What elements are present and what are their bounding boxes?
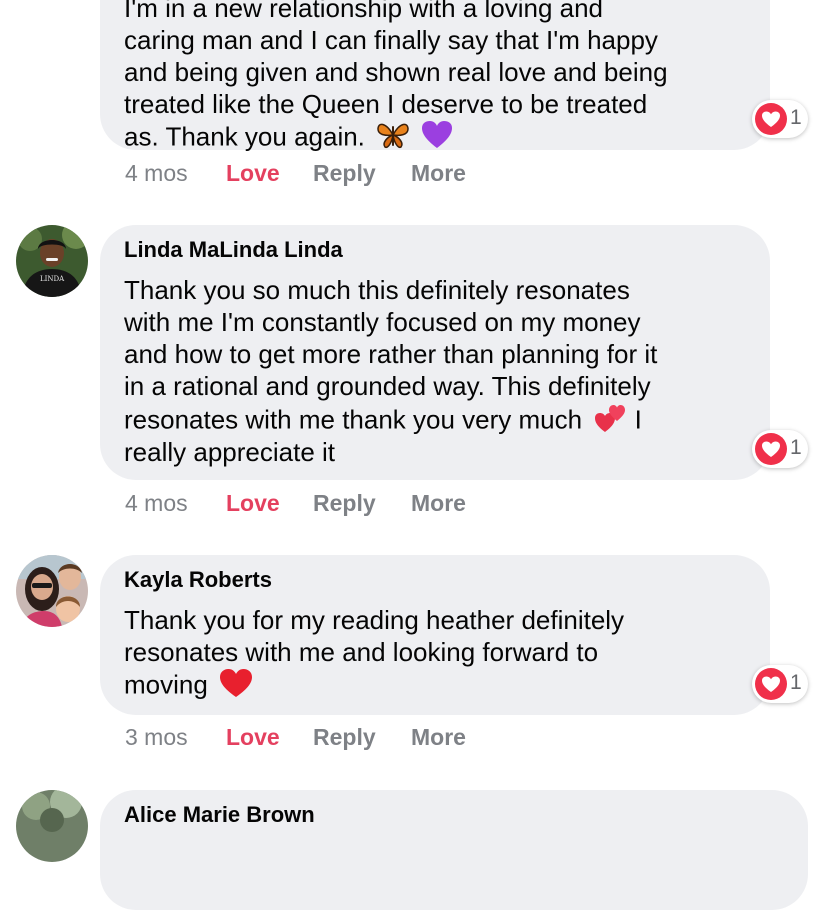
comment-line: resonates with me and looking forward to: [124, 637, 599, 667]
comment-timestamp[interactable]: 4 mos: [125, 160, 188, 187]
comment-bubble[interactable]: Kayla Roberts Thank you for my reading h…: [100, 555, 770, 715]
comment-author[interactable]: Kayla Roberts: [124, 567, 272, 593]
more-button[interactable]: More: [411, 160, 466, 187]
more-button[interactable]: More: [411, 724, 466, 751]
comment-line: with me I'm constantly focused on my mon…: [124, 307, 641, 337]
avatar[interactable]: [16, 790, 88, 862]
love-reaction-icon: [755, 668, 787, 700]
avatar[interactable]: LINDA: [16, 225, 88, 297]
comment-line-tail: I: [634, 404, 642, 435]
comment-line: caring man and I can finally say that I'…: [124, 25, 658, 55]
comment-line: Thank you so much this definitely resona…: [124, 275, 630, 305]
reply-button[interactable]: Reply: [313, 724, 376, 751]
love-reaction-icon: [755, 103, 787, 135]
two-hearts-emoji: [593, 402, 627, 441]
comment-line: and how to get more rather than planning…: [124, 339, 658, 369]
reaction-count: 1: [790, 671, 802, 694]
reaction-count-badge[interactable]: 1: [752, 430, 808, 468]
comment-bubble[interactable]: Alice Marie Brown: [100, 790, 808, 910]
comment-line: resonates with me thank you very much: [124, 404, 583, 435]
comment-line: really appreciate it: [124, 437, 335, 467]
purple-heart-emoji: [421, 120, 453, 157]
reaction-count: 1: [790, 436, 802, 459]
comment-line: in a rational and grounded way. This def…: [124, 371, 651, 401]
comment-line: and being given and shown real love and …: [124, 57, 668, 87]
reaction-count-badge[interactable]: 1: [752, 100, 808, 138]
comment-line: moving: [124, 669, 208, 700]
butterfly-emoji: [376, 120, 410, 157]
comment-text: Thank you for my reading heather definit…: [124, 604, 624, 700]
comment-text: I'm in a new relationship with a loving …: [124, 0, 668, 152]
avatar-shirt-print: LINDA: [40, 275, 65, 283]
reaction-count-badge[interactable]: 1: [752, 665, 808, 703]
comment-line: as. Thank you again.: [124, 121, 365, 152]
comment-text: Thank you so much this definitely resona…: [124, 274, 657, 468]
comment-line: treated like the Queen I deserve to be t…: [124, 89, 648, 119]
love-button[interactable]: Love: [226, 160, 280, 187]
love-button[interactable]: Love: [226, 490, 280, 517]
comment-author[interactable]: Linda MaLinda Linda: [124, 237, 343, 263]
love-reaction-icon: [755, 433, 787, 465]
comment-line: Thank you for my reading heather definit…: [124, 605, 625, 635]
comment-timestamp[interactable]: 4 mos: [125, 490, 188, 517]
red-heart-emoji: [219, 668, 253, 705]
avatar[interactable]: [16, 555, 88, 627]
love-button[interactable]: Love: [226, 724, 280, 751]
reaction-count: 1: [790, 106, 802, 129]
comment-bubble[interactable]: Linda MaLinda Linda Thank you so much th…: [100, 225, 770, 480]
reply-button[interactable]: Reply: [313, 490, 376, 517]
reply-button[interactable]: Reply: [313, 160, 376, 187]
comment-line: I'm in a new relationship with a loving …: [124, 0, 604, 23]
comment-author[interactable]: Alice Marie Brown: [124, 802, 315, 828]
comment-timestamp[interactable]: 3 mos: [125, 724, 188, 751]
more-button[interactable]: More: [411, 490, 466, 517]
comment-bubble[interactable]: I'm in a new relationship with a loving …: [100, 0, 770, 152]
